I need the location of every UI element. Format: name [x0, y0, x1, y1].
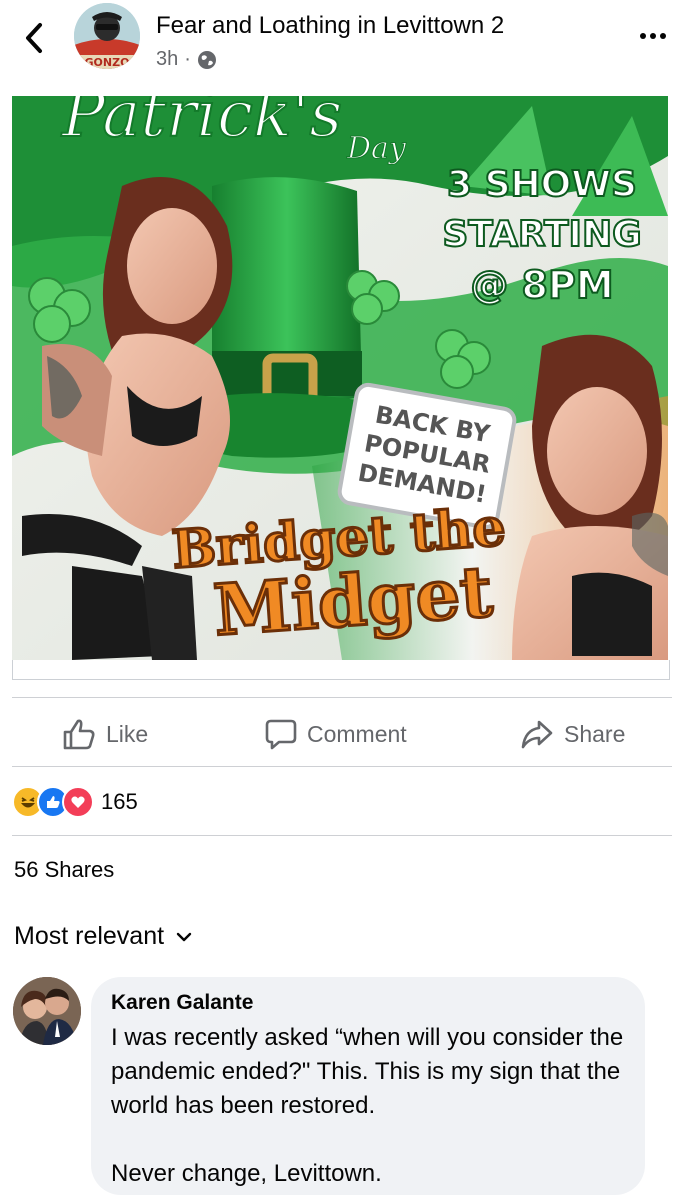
divider	[12, 697, 672, 698]
shares-count[interactable]: 56 Shares	[14, 857, 114, 883]
globe-icon	[197, 50, 216, 69]
poster-day: Day	[346, 131, 407, 166]
reaction-count: 165	[101, 789, 138, 814]
post-header: GONZO Fear and Loathing in Levittown 2 3…	[0, 0, 680, 92]
more-dot	[650, 33, 656, 39]
comment-sort-dropdown[interactable]: Most relevant	[14, 922, 192, 951]
share-arrow-icon	[521, 720, 553, 749]
page-name[interactable]: Fear and Loathing in Levittown 2	[156, 12, 504, 40]
sort-label: Most relevant	[14, 922, 165, 950]
share-label: Share	[564, 720, 626, 747]
poster-shows-line1: 3 SHOWS	[447, 164, 637, 205]
share-button[interactable]: Share	[520, 712, 625, 756]
reactions-summary[interactable]: 165	[12, 786, 138, 818]
poster-script-title: Patrick's	[61, 96, 342, 152]
like-label: Like	[106, 720, 149, 747]
back-button[interactable]	[16, 18, 52, 58]
comment-button[interactable]: Comment	[265, 712, 407, 756]
more-dot	[640, 33, 646, 39]
divider	[12, 766, 672, 767]
post-image[interactable]: Patrick's Day 3 SHOWS STARTING @ 8PM BAC…	[12, 96, 668, 660]
commenter-avatar[interactable]	[13, 977, 81, 1045]
gonzo-logo-text: GONZO	[85, 56, 130, 69]
poster-shows-line3: @ 8PM	[470, 263, 613, 307]
comment-label: Comment	[307, 720, 407, 747]
love-icon	[62, 786, 94, 818]
page-avatar[interactable]: GONZO	[74, 3, 140, 69]
chevron-left-icon	[26, 23, 42, 53]
comment-icon	[265, 719, 297, 750]
more-dot	[660, 33, 666, 39]
post-meta: 3h ·	[156, 48, 217, 71]
poster-shows-line2: STARTING	[442, 214, 641, 255]
divider	[12, 835, 672, 836]
comment-bubble[interactable]: Karen Galante I was recently asked “when…	[91, 977, 645, 1195]
chevron-down-icon	[176, 932, 192, 941]
meta-dot: ·	[184, 48, 191, 70]
like-button[interactable]: Like	[62, 712, 148, 756]
event-poster: Patrick's Day 3 SHOWS STARTING @ 8PM BAC…	[12, 96, 668, 660]
comment-paragraph: Never change, Levittown.	[111, 1160, 382, 1187]
comment-text: I was recently asked “when will you cons…	[111, 1021, 625, 1191]
thumbs-up-icon	[63, 719, 95, 750]
image-frame	[12, 660, 670, 680]
comment-author[interactable]: Karen Galante	[111, 991, 625, 1015]
post-time[interactable]: 3h	[156, 48, 178, 71]
comment-paragraph: I was recently asked “when will you cons…	[111, 1024, 624, 1119]
more-options-button[interactable]	[636, 26, 670, 46]
